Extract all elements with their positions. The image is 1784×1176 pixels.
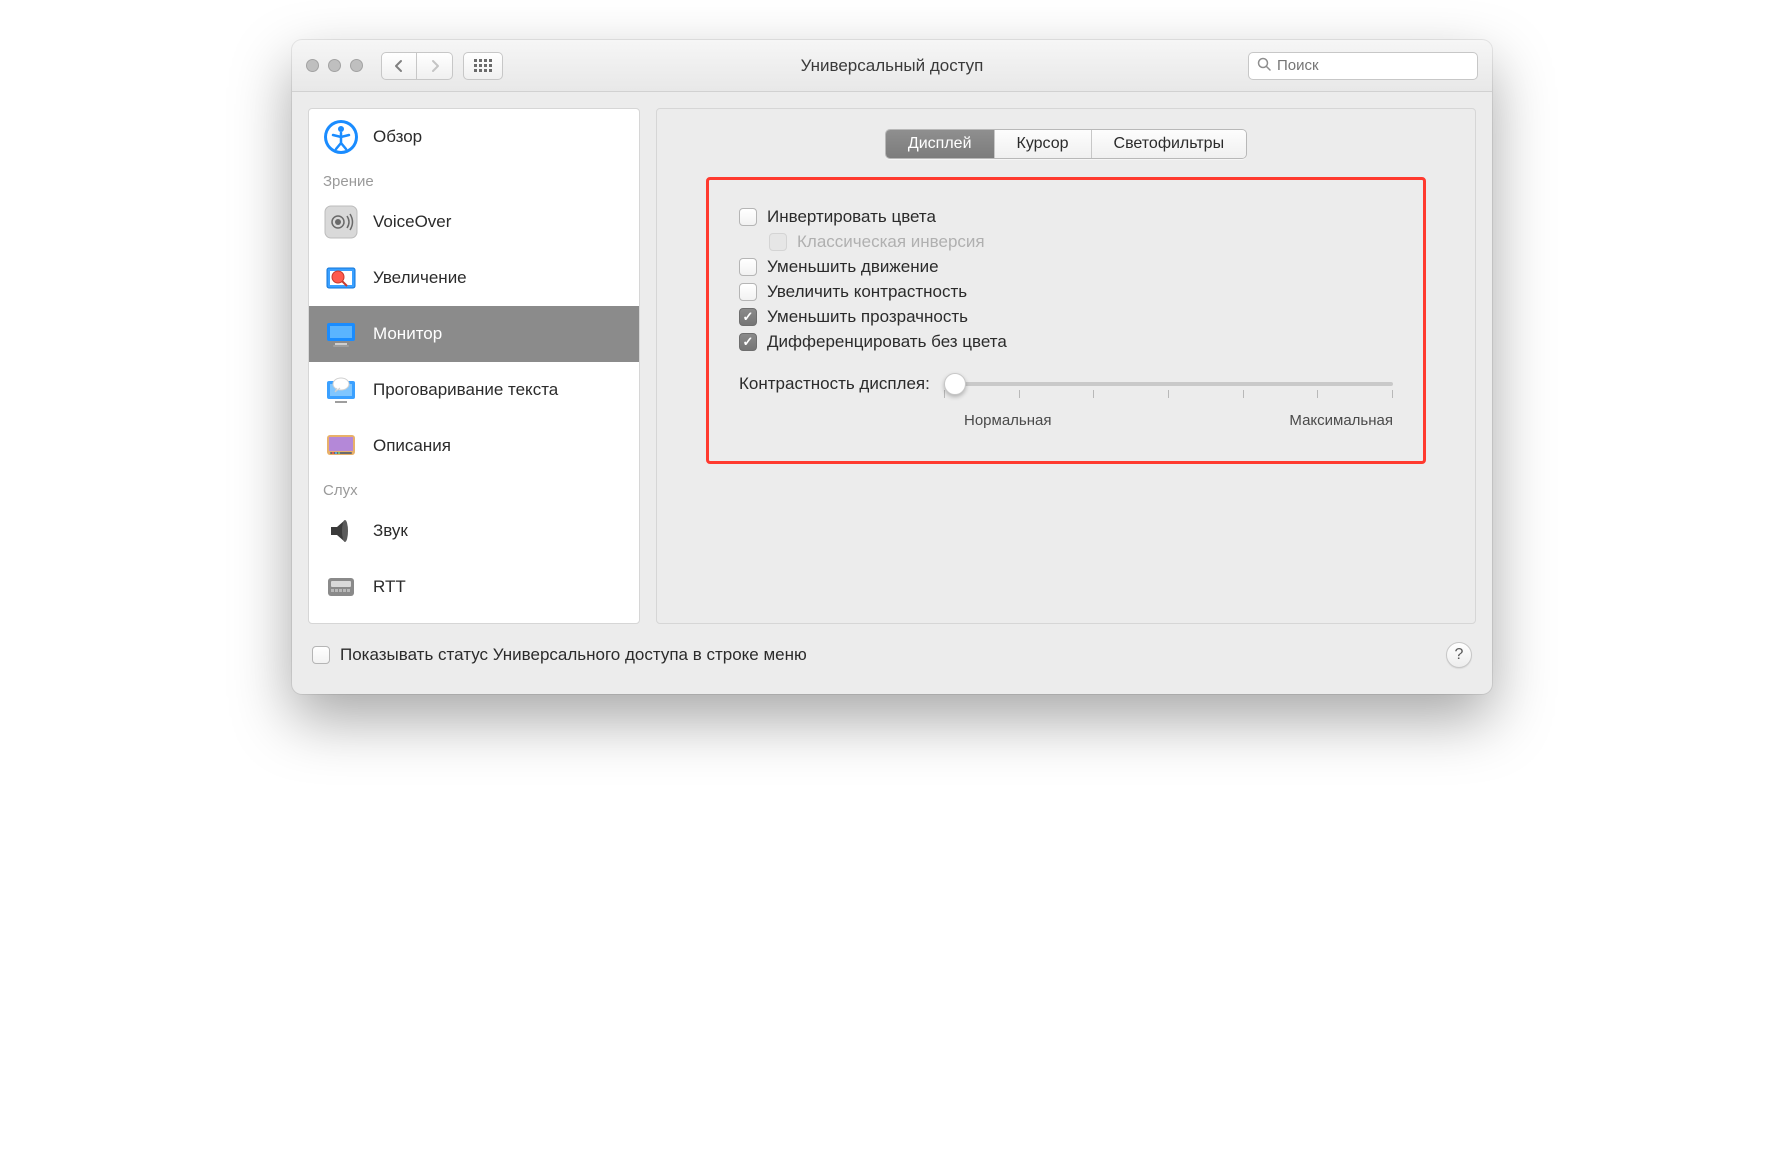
titlebar: Универсальный доступ [292,40,1492,92]
chevron-left-icon [394,59,404,73]
sidebar-item-overview[interactable]: Обзор [309,109,639,165]
minimize-window-button[interactable] [328,59,341,72]
search-input[interactable] [1277,57,1476,74]
tab-cursor[interactable]: Курсор [995,130,1092,158]
sidebar-item-label: Проговаривание текста [373,380,558,400]
sidebar-item-label: RTT [373,577,406,597]
accessibility-icon [323,119,359,155]
sidebar-item-descriptions[interactable]: Описания [309,418,639,474]
footer: Показывать статус Универсального доступа… [292,634,1492,694]
option-label: Увеличить контрастность [767,282,967,302]
close-window-button[interactable] [306,59,319,72]
option-label: Уменьшить движение [767,257,939,277]
sidebar-item-label: Монитор [373,324,442,344]
option-show-status-menubar[interactable]: Показывать статус Универсального доступа… [312,645,807,665]
forward-button[interactable] [417,52,453,80]
option-label: Классическая инверсия [797,232,985,252]
chevron-right-icon [430,59,440,73]
preferences-window: Универсальный доступ Обзор Зрение VoiceO… [292,40,1492,694]
main-panel: Дисплей Курсор Светофильтры Инвертироват… [656,108,1476,624]
contrast-slider-block: Контрастность дисплея: Нормальная Максим… [739,374,1393,429]
sidebar-item-label: Описания [373,436,451,456]
option-reduce-motion[interactable]: Уменьшить движение [739,257,1393,277]
sidebar-item-display[interactable]: Монитор [309,306,639,362]
zoom-window-button[interactable] [350,59,363,72]
sidebar-item-zoom[interactable]: Увеличение [309,250,639,306]
speech-icon [323,372,359,408]
slider-range-labels: Нормальная Максимальная [964,412,1393,429]
sidebar-item-voiceover[interactable]: VoiceOver [309,194,639,250]
checkbox [769,233,787,251]
tabs: Дисплей Курсор Светофильтры [885,129,1247,159]
voiceover-icon [323,204,359,240]
sidebar-item-label: Обзор [373,127,422,147]
body: Обзор Зрение VoiceOver Увеличение Монито… [292,92,1492,634]
checkbox[interactable] [312,646,330,664]
help-button[interactable]: ? [1446,642,1472,668]
sidebar-item-rtt[interactable]: RTT [309,559,639,615]
option-label: Уменьшить прозрачность [767,307,968,327]
contrast-slider[interactable] [944,382,1393,386]
rtt-icon [323,569,359,605]
checkbox[interactable] [739,308,757,326]
sidebar-section-hearing: Слух [309,474,639,503]
grid-icon [474,59,492,72]
checkbox[interactable] [739,258,757,276]
option-label: Показывать статус Универсального доступа… [340,645,807,665]
sidebar-item-speech[interactable]: Проговаривание текста [309,362,639,418]
sidebar-item-audio[interactable]: Звук [309,503,639,559]
traffic-lights [306,59,363,72]
sidebar-item-label: VoiceOver [373,212,451,232]
checkbox[interactable] [739,283,757,301]
descriptions-icon [323,428,359,464]
checkbox[interactable] [739,208,757,226]
sidebar-item-label: Увеличение [373,268,467,288]
zoom-icon [323,260,359,296]
option-increase-contrast[interactable]: Увеличить контрастность [739,282,1393,302]
search-field[interactable] [1248,52,1478,80]
sidebar: Обзор Зрение VoiceOver Увеличение Монито… [308,108,640,624]
sidebar-item-label: Звук [373,521,408,541]
highlighted-panel: Инвертировать цвета Классическая инверси… [706,177,1426,464]
slider-min-label: Нормальная [964,412,1052,429]
tab-display[interactable]: Дисплей [886,130,995,158]
audio-icon [323,513,359,549]
sidebar-section-vision: Зрение [309,165,639,194]
search-icon [1257,57,1271,74]
show-all-button[interactable] [463,52,503,80]
option-reduce-transparency[interactable]: Уменьшить прозрачность [739,307,1393,327]
slider-ticks [944,390,1393,398]
option-label: Дифференцировать без цвета [767,332,1007,352]
option-classic-invert: Классическая инверсия [769,232,1393,252]
back-button[interactable] [381,52,417,80]
option-differentiate-without-color[interactable]: Дифференцировать без цвета [739,332,1393,352]
display-icon [323,316,359,352]
option-label: Инвертировать цвета [767,207,936,227]
slider-max-label: Максимальная [1289,412,1393,429]
checkbox[interactable] [739,333,757,351]
option-invert-colors[interactable]: Инвертировать цвета [739,207,1393,227]
tab-color-filters[interactable]: Светофильтры [1092,130,1247,158]
slider-label: Контрастность дисплея: [739,374,930,394]
slider-thumb[interactable] [944,373,966,395]
nav-buttons [381,52,453,80]
